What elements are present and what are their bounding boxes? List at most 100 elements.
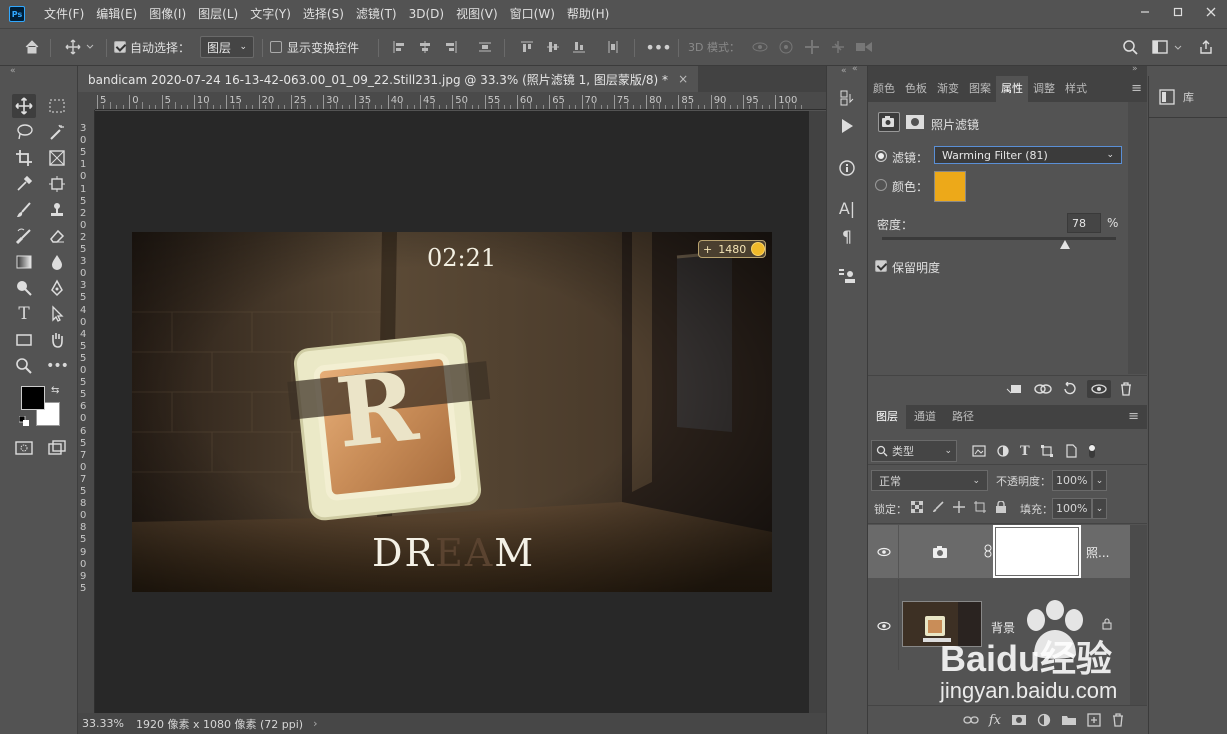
density-slider-thumb[interactable] [1059,240,1070,249]
collapse-arrows-icon[interactable]: « [841,66,847,76]
align-left-icon[interactable] [390,36,408,58]
screen-mode-icon[interactable] [45,436,69,460]
tab-layers[interactable]: 图层 [868,405,906,429]
type-tool-icon[interactable]: T [12,302,36,326]
blend-mode-dropdown[interactable]: 正常 ⌄ [871,470,988,491]
info-panel-icon[interactable] [835,156,859,180]
distribute-icon[interactable] [476,36,494,58]
clone-source-icon[interactable] [835,264,859,288]
frame-tool-icon[interactable] [45,146,69,170]
maximize-button[interactable] [1161,0,1194,24]
collapse-right-icon[interactable]: » [1132,64,1138,74]
paragraph-panel-icon[interactable]: ¶ [835,224,859,248]
3d-material-tool-icon[interactable] [45,172,69,196]
eyedropper-tool-icon[interactable] [12,172,36,196]
density-input[interactable]: 78 [1067,213,1101,233]
more-options-icon[interactable]: ••• [645,36,671,58]
menu-edit[interactable]: 编辑(E) [90,0,143,28]
layer-mask-icon[interactable] [905,114,925,130]
history-panel-icon[interactable] [835,86,859,110]
horizontal-ruler[interactable]: 5 0 5 10 15 20 25 30 35 40 45 50 55 60 65 70 75 80 85 90 95 1… [95,92,826,110]
filter-radio[interactable] [875,150,887,162]
menu-window[interactable]: 窗口(W) [504,0,561,28]
foreground-color-swatch[interactable] [21,386,45,410]
3d-scale-icon[interactable] [852,36,876,58]
move-tool-preset-icon[interactable] [62,36,98,58]
close-button[interactable] [1194,0,1227,24]
menu-layer[interactable]: 图层(L) [192,0,244,28]
tab-gradients[interactable]: 渐变 [932,76,964,102]
align-middle-v-icon[interactable] [544,36,562,58]
menu-help[interactable]: 帮助(H) [561,0,615,28]
document-tab[interactable]: bandicam 2020-07-24 16-13-42-063.00_01_0… [78,66,699,92]
filter-adjustment-icon[interactable] [996,444,1010,458]
share-icon[interactable] [1194,36,1218,58]
opacity-dropdown-icon[interactable]: ⌄ [1092,470,1107,491]
lock-position-icon[interactable] [953,501,965,513]
workspace-switcher-icon[interactable] [1148,36,1188,58]
view-previous-state-icon[interactable] [1033,382,1053,396]
lock-artboard-icon[interactable] [974,501,986,513]
menu-image[interactable]: 图像(I) [143,0,192,28]
tab-channels[interactable]: 通道 [906,405,944,429]
ruler-origin[interactable] [78,92,95,110]
pen-tool-icon[interactable] [45,276,69,300]
kind-filter-dropdown[interactable]: 类型 ⌄ [871,440,957,462]
properties-scrollbar[interactable] [1128,102,1147,374]
mask-link-icon[interactable] [984,544,992,558]
tab-styles[interactable]: 样式 [1060,76,1092,102]
menu-filter[interactable]: 滤镜(T) [350,0,403,28]
close-tab-icon[interactable]: × [678,72,688,86]
delete-adjustment-icon[interactable] [1119,382,1133,396]
edit-toolbar-icon[interactable]: ••• [45,354,69,378]
search-icon[interactable] [1118,36,1142,58]
history-brush-tool-icon[interactable] [12,224,36,248]
opacity-input[interactable]: 100% [1052,470,1092,491]
3d-slide-icon[interactable] [826,36,850,58]
layer-name[interactable]: 背景 [991,619,1015,636]
swap-colors-icon[interactable]: ⇆ [51,385,59,396]
align-bottom-icon[interactable] [570,36,588,58]
lock-transparent-icon[interactable] [911,501,923,513]
zoom-tool-icon[interactable] [12,354,36,378]
menu-type[interactable]: 文字(Y) [244,0,297,28]
tab-adjustments[interactable]: 调整 [1028,76,1060,102]
crop-tool-icon[interactable] [12,146,36,170]
filter-pixel-icon[interactable] [972,444,986,458]
align-right-icon[interactable] [442,36,460,58]
gradient-tool-icon[interactable] [12,250,36,274]
align-center-h-icon[interactable] [416,36,434,58]
visibility-eye-icon[interactable] [877,621,891,631]
document-image[interactable]: 02:21 + 1480 R DR EA M [132,232,772,592]
preserve-luminosity-checkbox[interactable] [875,260,887,272]
menu-3d[interactable]: 3D(D) [403,0,450,28]
layer-name[interactable]: 照... [1086,544,1109,561]
collapse-arrows-icon[interactable]: « [10,66,68,76]
lasso-tool-icon[interactable] [12,120,36,144]
lock-all-icon[interactable] [995,501,1007,513]
density-slider-track[interactable] [882,237,1116,240]
delete-layer-icon[interactable] [1111,713,1125,727]
magic-wand-tool-icon[interactable] [45,120,69,144]
panel-menu-icon[interactable]: ≡ [1120,405,1147,429]
clip-to-layer-icon[interactable] [1005,382,1025,396]
layer-style-icon[interactable]: fx [989,713,1001,728]
3d-roll-icon[interactable] [774,36,798,58]
toggle-visibility-icon[interactable] [1087,380,1111,398]
quick-mask-icon[interactable] [12,436,36,460]
default-colors-icon[interactable] [19,416,29,426]
menu-select[interactable]: 选择(S) [297,0,350,28]
panel-menu-icon[interactable]: ≡ [1126,76,1147,102]
filter-smart-object-icon[interactable] [1064,444,1078,458]
blur-tool-icon[interactable] [45,250,69,274]
visibility-eye-icon[interactable] [877,547,891,557]
library-label[interactable]: 库 [1183,89,1194,105]
menu-view[interactable]: 视图(V) [450,0,504,28]
align-top-icon[interactable] [518,36,536,58]
add-mask-icon[interactable] [1011,714,1027,726]
layer-row[interactable]: 照... [868,525,1130,578]
clone-stamp-tool-icon[interactable] [45,198,69,222]
menu-file[interactable]: 文件(F) [38,0,90,28]
layer-row[interactable]: 背景 [868,579,1130,670]
layer-mask-thumbnail[interactable] [993,525,1081,578]
